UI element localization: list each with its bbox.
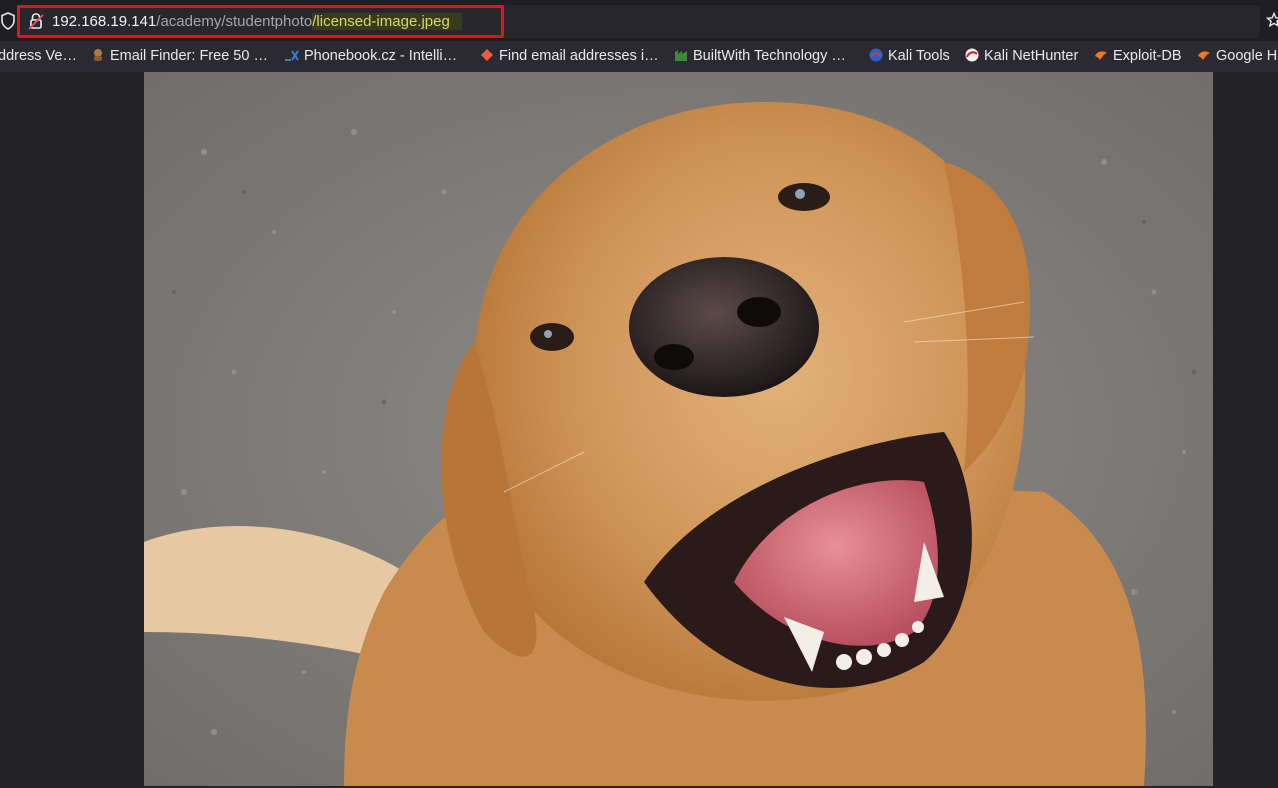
bookmark-item[interactable]: Phonebook.cz - Intelli… [285,41,457,72]
ghdb-icon [1198,51,1210,60]
dog-photo-illustration [144,72,1213,786]
bookmark-label: Find email addresses i… [499,48,659,64]
bookmark-label: Email Finder: Free 50 … [110,48,268,64]
phonebook-icon [285,50,299,61]
navigation-bar: 192.168.19.141/academy/studentphoto/lice… [0,0,1278,41]
exploitdb-icon [1095,51,1107,60]
bookmark-star-icon[interactable] [1266,12,1278,28]
bookmark-label: Exploit-DB [1113,48,1182,64]
bookmark-item[interactable]: ddress Ve… [0,41,77,72]
bookmark-label: ddress Ve… [0,48,77,64]
bookmark-item[interactable]: Kali Tools [869,41,950,72]
dog-photo-image[interactable] [144,72,1213,786]
bookmark-item[interactable]: Kali NetHunter [965,41,1078,72]
bookmark-item[interactable]: Find email addresses i… [480,41,659,72]
bookmark-label: Phonebook.cz - Intelli… [304,48,458,64]
bookmarks-toolbar: ddress Ve… Email Finder: Free 50 … Phone… [0,41,1278,73]
bookmark-label: Google H [1216,48,1278,64]
bookmark-item[interactable]: BuiltWith Technology … [674,41,846,72]
bookmark-item[interactable]: Email Finder: Free 50 … [91,41,268,72]
bookmark-label: Kali NetHunter [984,48,1079,64]
email-finder-icon [94,49,102,61]
bookmark-item[interactable]: Google H [1197,41,1277,72]
nethunter-icon [965,48,979,62]
bookmark-item[interactable]: Exploit-DB [1094,41,1182,72]
shield-icon[interactable] [0,12,16,30]
kali-icon [869,48,883,62]
builtwith-icon [675,50,687,61]
hunter-icon [481,49,493,61]
bookmark-label: BuiltWith Technology … [693,48,846,64]
bookmark-label: Kali Tools [888,48,950,64]
red-highlight-annotation [17,5,504,38]
